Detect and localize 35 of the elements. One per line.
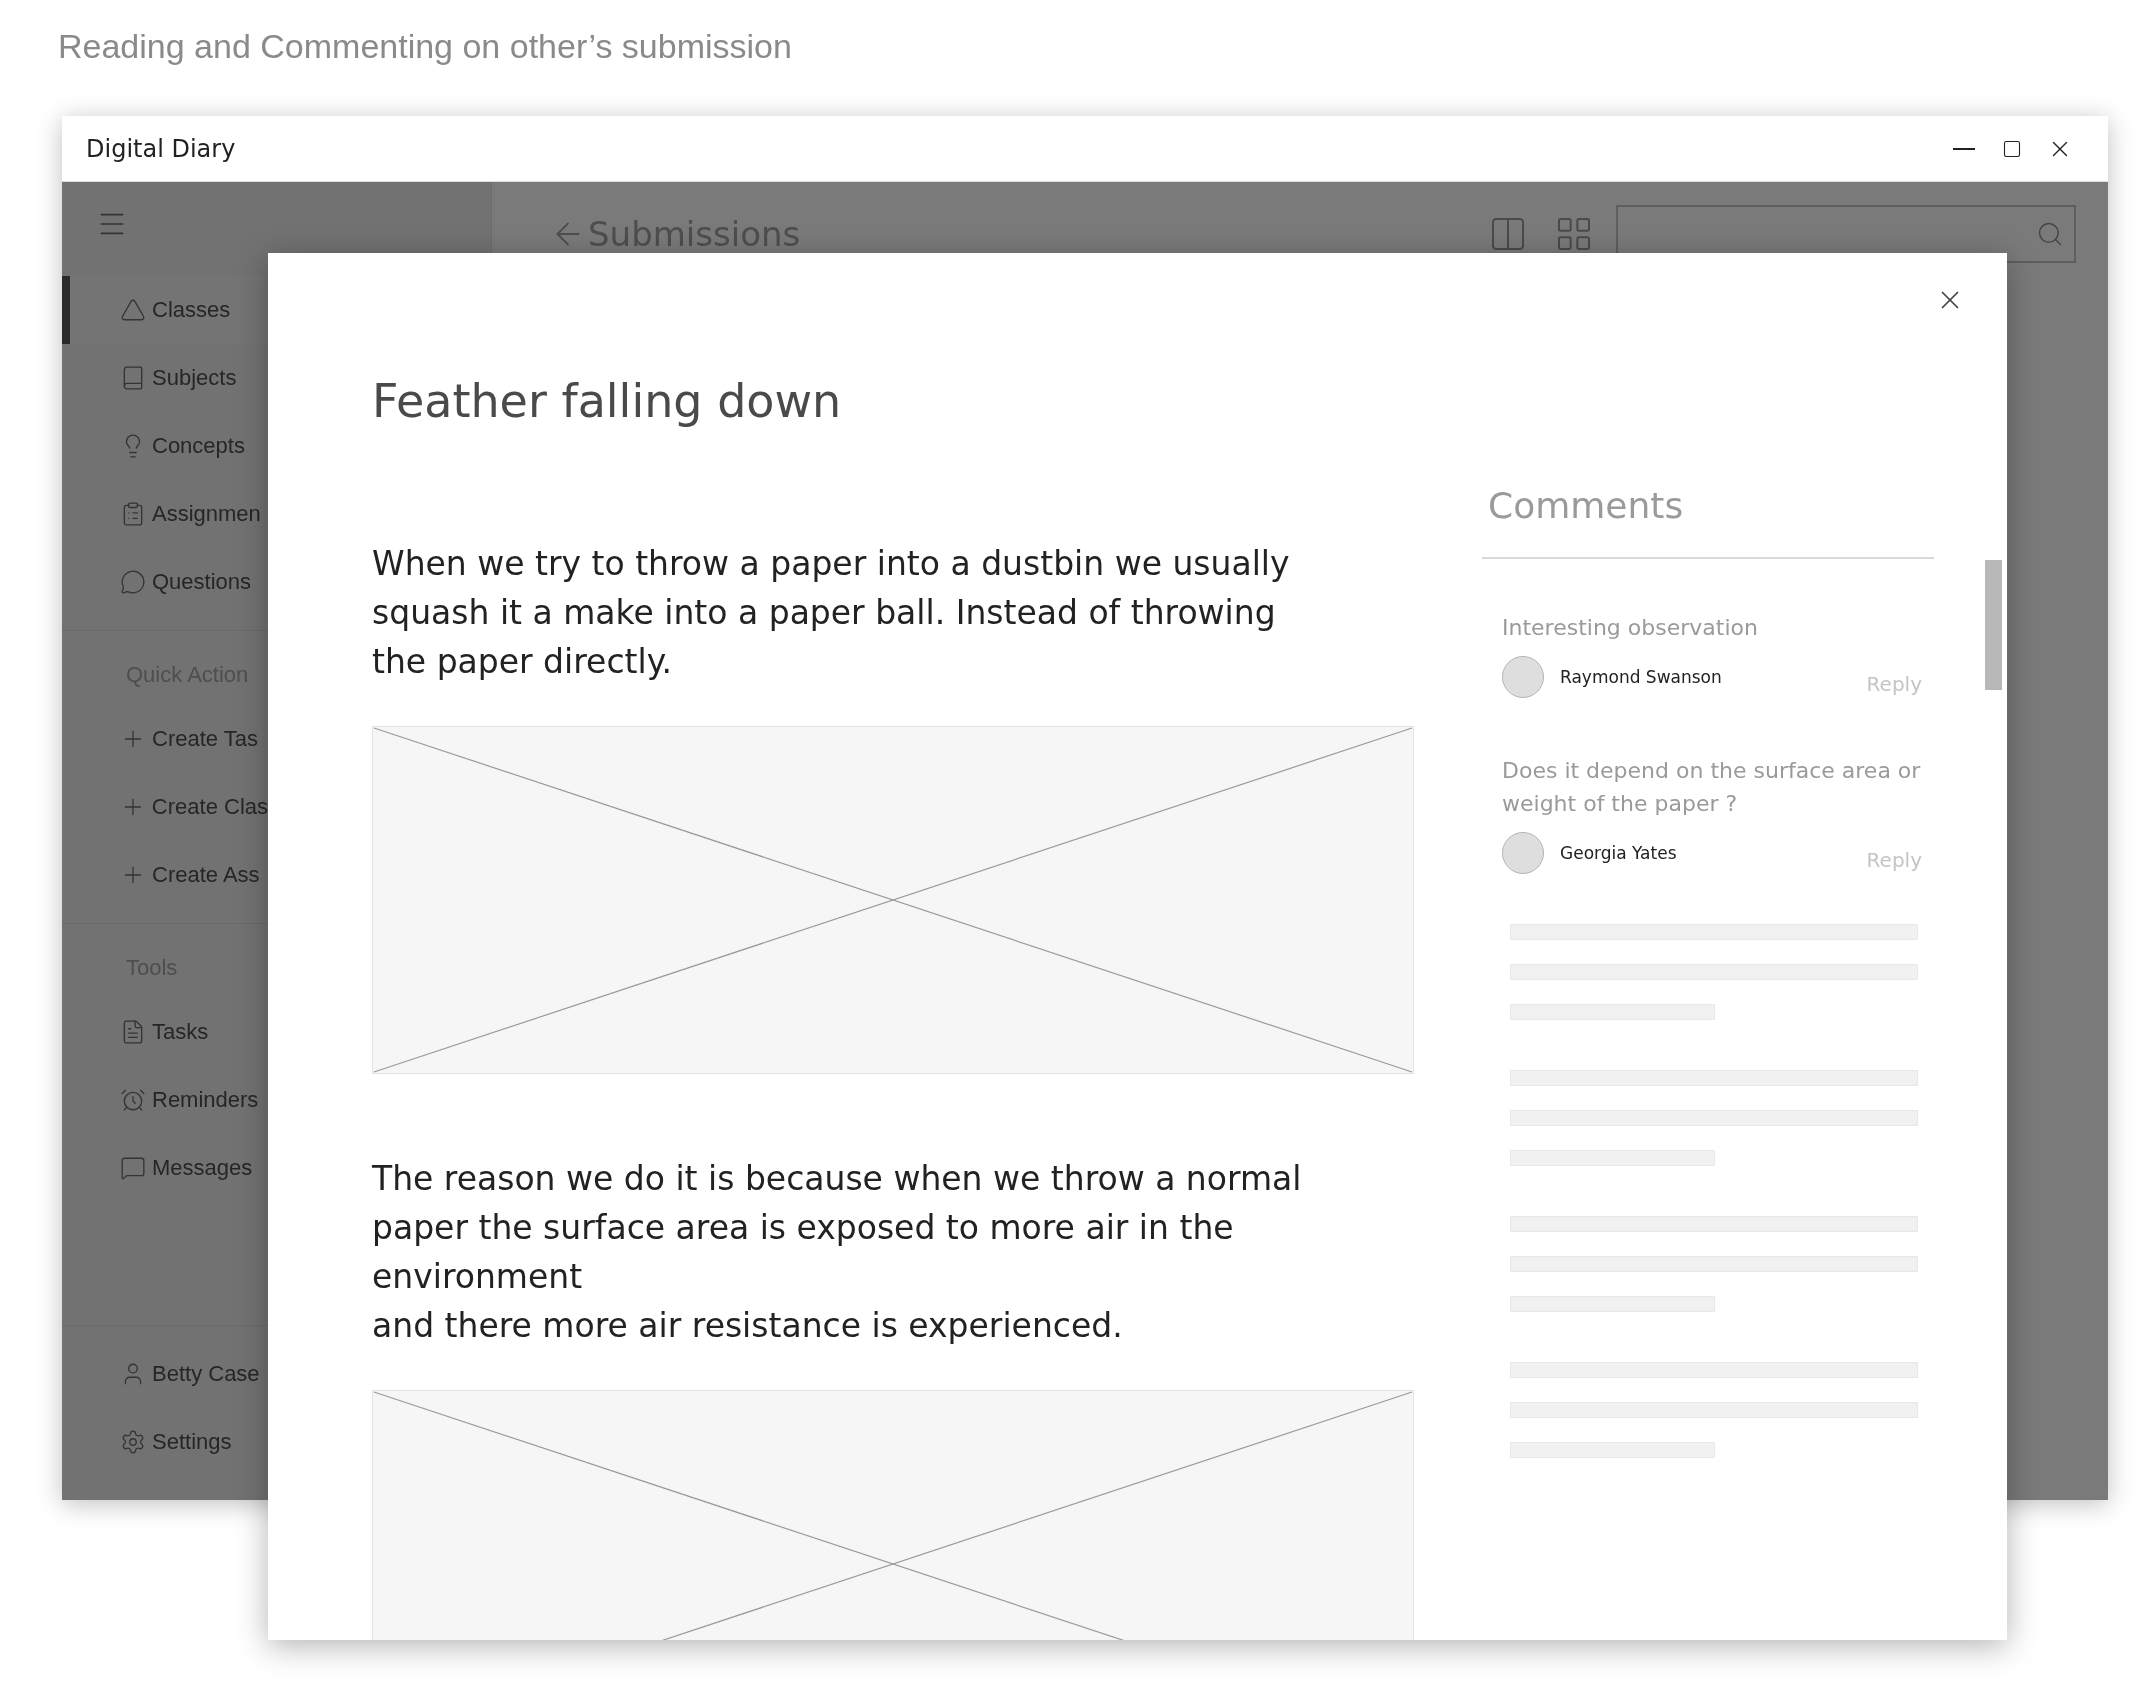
sidebar-item[interactable]: Create Tas bbox=[62, 705, 268, 773]
sidebar-item[interactable]: Subjects bbox=[62, 344, 268, 412]
sidebar-item[interactable]: Tasks bbox=[62, 998, 268, 1066]
dialog-title: Feather falling down bbox=[372, 373, 843, 430]
sidebar-item[interactable]: Settings bbox=[62, 1408, 268, 1476]
sidebar-item[interactable]: Create Clas bbox=[62, 773, 268, 841]
minimize-icon bbox=[1953, 147, 1975, 150]
window-title: Digital Diary bbox=[86, 134, 237, 163]
comments-heading: Comments bbox=[1488, 484, 1685, 528]
sidebar-item[interactable]: Messages bbox=[62, 1134, 268, 1202]
search-icon bbox=[2036, 220, 2064, 248]
alarm-clock-icon bbox=[120, 1087, 146, 1113]
sidebar-item[interactable]: Concepts bbox=[62, 412, 268, 480]
triangle-icon bbox=[120, 297, 146, 323]
sidebar-item[interactable]: Questions bbox=[62, 548, 268, 616]
scrollbar-thumb[interactable] bbox=[1985, 560, 2002, 690]
chat-icon bbox=[120, 1155, 146, 1181]
avatar bbox=[1502, 832, 1544, 874]
comment-text: Interesting observation bbox=[1502, 614, 1759, 642]
comment-author: Georgia Yates bbox=[1560, 843, 1678, 863]
paragraph: When we try to throw a paper into a dustbin we usually squash it a make into a paper ball. Instead of throwing the paper directly. bbox=[372, 543, 1291, 683]
page-caption: Reading and Commenting on other’s submission bbox=[58, 26, 793, 67]
sidebar-item[interactable]: Assignmen bbox=[62, 480, 268, 548]
reply-link[interactable]: Reply bbox=[1866, 848, 1922, 872]
comment-author: Raymond Swanson bbox=[1560, 667, 1723, 687]
sidebar-item[interactable]: Betty Case bbox=[62, 1340, 268, 1408]
avatar bbox=[1502, 656, 1544, 698]
sidebar-item[interactable]: Reminders bbox=[62, 1066, 268, 1134]
paragraph: The reason we do it is because when we throw a normal paper the surface area is exposed to more air in the environment and there more air resistance is experienced. bbox=[372, 1158, 1303, 1347]
maximize-icon bbox=[2002, 138, 2022, 159]
speech-bubble-icon bbox=[120, 569, 146, 595]
reply-link[interactable]: Reply bbox=[1866, 672, 1922, 696]
settings-icon bbox=[120, 1429, 146, 1455]
comment-text: Does it depend on the surface area or weight of the paper ? bbox=[1502, 757, 1922, 818]
sidebar-item[interactable]: Create Ass bbox=[62, 841, 268, 909]
